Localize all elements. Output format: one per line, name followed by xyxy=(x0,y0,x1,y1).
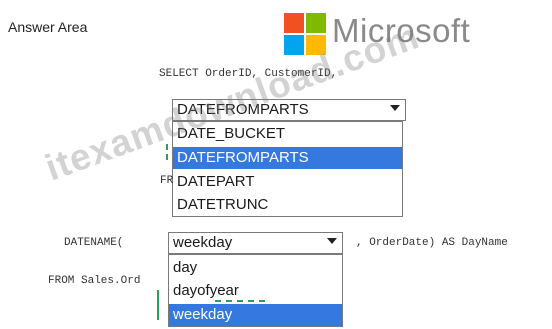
option-dayofyear[interactable]: dayofyear xyxy=(169,280,342,302)
code-datename-suffix: , OrderDate) AS DayName xyxy=(356,237,508,249)
option-weekday[interactable]: weekday xyxy=(169,304,342,326)
chevron-down-icon[interactable] xyxy=(327,238,337,244)
option-datepart[interactable]: DATEPART xyxy=(173,171,402,193)
code-from-fragment: FR xyxy=(160,175,174,187)
option-datefromparts[interactable]: DATEFROMPARTS xyxy=(173,147,402,169)
option-day[interactable]: day xyxy=(169,257,342,279)
datepart-select-value: weekday xyxy=(173,234,233,251)
code-from-line: FROM Sales.Ord xyxy=(48,275,141,287)
function-options-list: DATE_BUCKET DATEFROMPARTS DATEPART DATET… xyxy=(172,121,403,217)
option-datetrunc[interactable]: DATETRUNC xyxy=(173,194,402,216)
drop-target-marker xyxy=(157,290,159,320)
code-datename-prefix: DATENAME( xyxy=(64,237,124,249)
answer-area-title: Answer Area xyxy=(8,19,88,35)
drop-target-marker xyxy=(215,300,265,302)
datepart-options-list: day dayofyear weekday xyxy=(168,254,343,327)
datepart-select[interactable]: weekday xyxy=(168,232,343,254)
chevron-down-icon[interactable] xyxy=(390,105,400,111)
